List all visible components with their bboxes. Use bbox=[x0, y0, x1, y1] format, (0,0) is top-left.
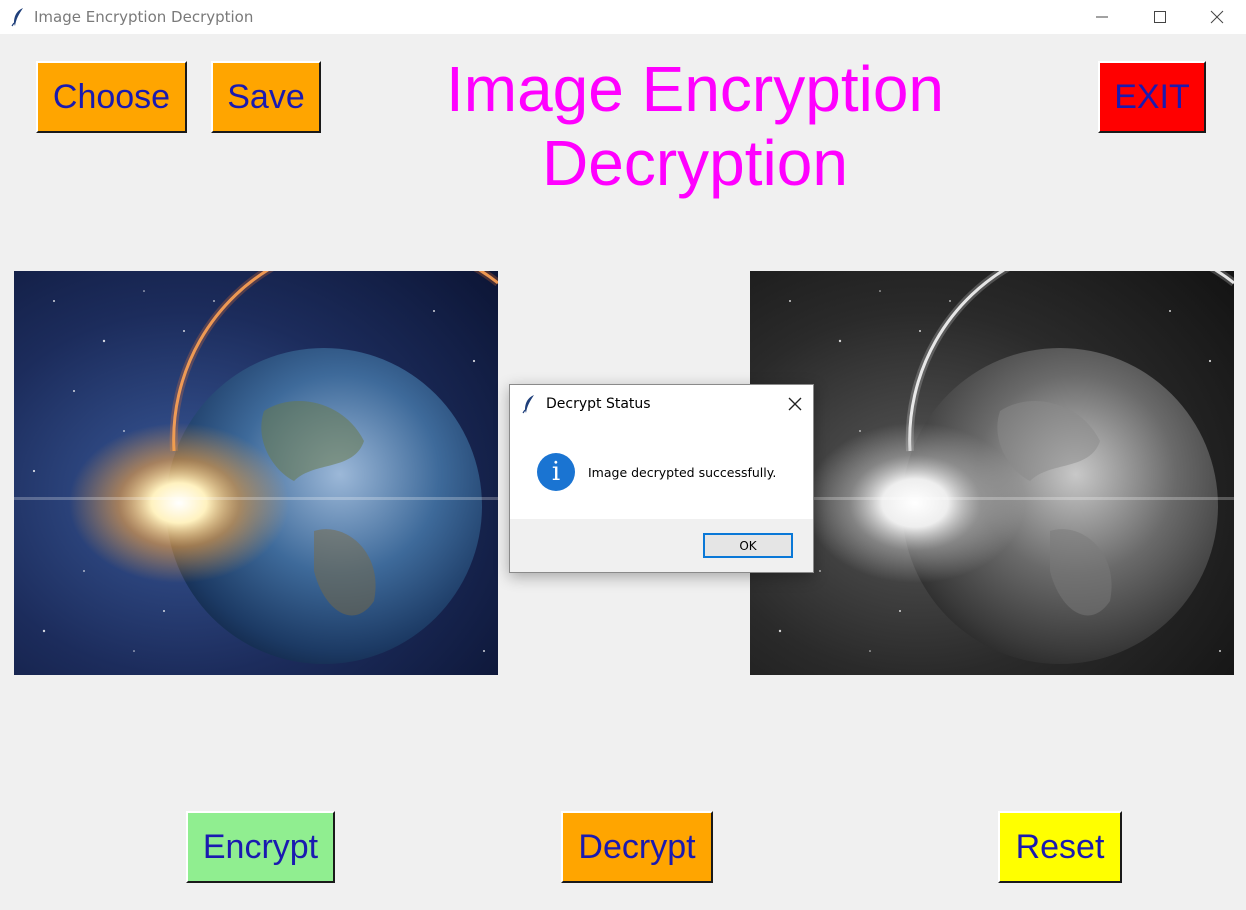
decrypt-button[interactable]: Decrypt bbox=[561, 811, 713, 883]
feather-icon bbox=[522, 395, 534, 414]
processed-image bbox=[750, 271, 1234, 675]
window-titlebar: Image Encryption Decryption bbox=[0, 0, 1246, 34]
close-icon bbox=[1210, 10, 1224, 24]
maximize-button[interactable] bbox=[1131, 0, 1189, 34]
maximize-icon bbox=[1154, 11, 1166, 23]
page-title-line-1: Image Encryption bbox=[445, 53, 945, 125]
window-title: Image Encryption Decryption bbox=[34, 8, 254, 26]
minimize-icon bbox=[1096, 16, 1108, 18]
page-title: Image Encryption Decryption bbox=[380, 52, 1010, 200]
decrypt-status-dialog: Decrypt Status i Image decrypted success… bbox=[509, 384, 814, 573]
minimize-button[interactable] bbox=[1073, 0, 1131, 34]
earth-grayscale-image bbox=[750, 271, 1234, 675]
page-title-line-2: Decryption bbox=[542, 127, 848, 199]
original-image bbox=[14, 271, 498, 675]
save-button[interactable]: Save bbox=[211, 61, 321, 133]
ok-button[interactable]: OK bbox=[703, 533, 793, 558]
exit-button[interactable]: EXIT bbox=[1098, 61, 1206, 133]
info-icon: i bbox=[537, 453, 575, 491]
earth-color-image bbox=[14, 271, 498, 675]
choose-button[interactable]: Choose bbox=[36, 61, 187, 133]
close-icon bbox=[788, 397, 802, 411]
dialog-footer: OK bbox=[510, 519, 813, 572]
dialog-close-button[interactable] bbox=[787, 396, 803, 412]
encrypt-button[interactable]: Encrypt bbox=[186, 811, 335, 883]
reset-button[interactable]: Reset bbox=[998, 811, 1122, 883]
dialog-message: Image decrypted successfully. bbox=[588, 465, 777, 480]
close-window-button[interactable] bbox=[1188, 0, 1246, 34]
feather-icon bbox=[11, 8, 23, 27]
dialog-title: Decrypt Status bbox=[546, 396, 651, 412]
